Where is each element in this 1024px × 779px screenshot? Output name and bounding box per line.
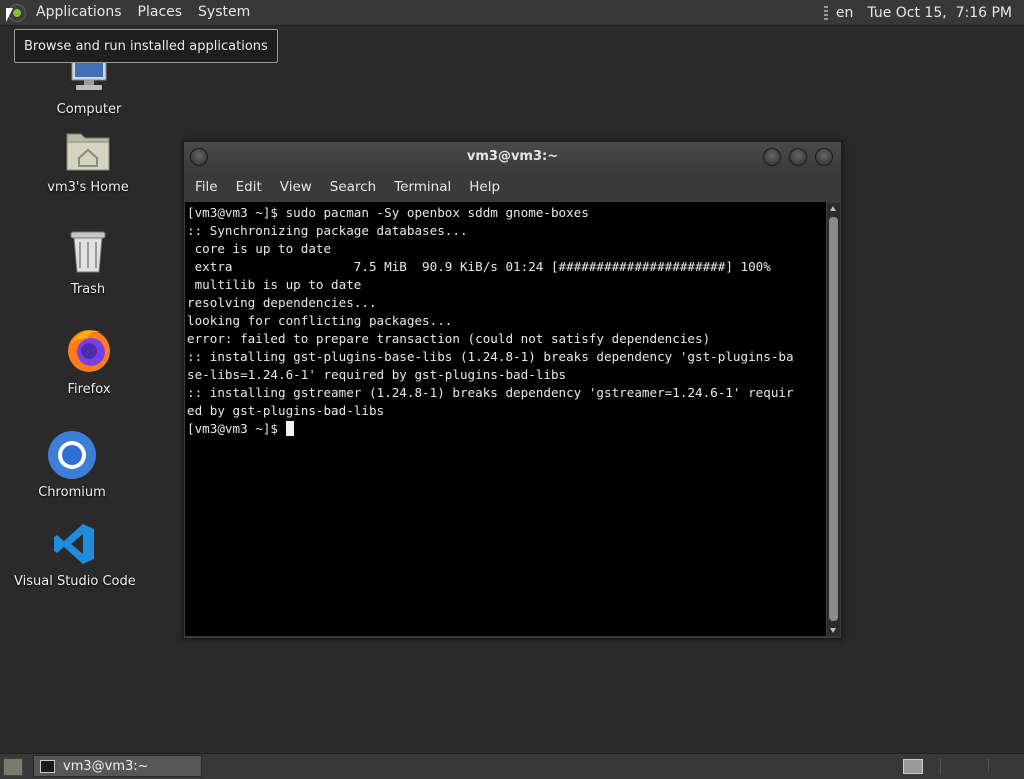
terminal-small-icon — [40, 759, 55, 773]
terminal-line: :: installing gst-plugins-base-libs (1.2… — [187, 349, 794, 364]
terminal-scrollbar[interactable] — [827, 203, 840, 636]
text-cursor — [285, 421, 294, 436]
firefox-icon — [68, 330, 110, 372]
applications-menu[interactable]: Applications — [28, 0, 130, 25]
system-menu[interactable]: System — [190, 0, 258, 25]
top-panel: Applications Places System en Tue Oct 15… — [0, 0, 1024, 26]
keyboard-layout-indicator[interactable]: en — [836, 5, 854, 21]
panel-separator-icon — [823, 5, 828, 20]
terminal-line: :: Synchronizing package databases... — [187, 223, 468, 238]
show-desktop-icon[interactable] — [3, 758, 23, 776]
desktop-icon-trash[interactable]: Trash — [43, 228, 133, 297]
scrollbar-thumb[interactable] — [829, 217, 838, 621]
bottom-panel: vm3@vm3:~ — [0, 753, 1024, 779]
minimize-button[interactable] — [763, 148, 781, 166]
terminal-line: se-libs=1.24.6-1' required by gst-plugin… — [187, 367, 567, 382]
terminal-line: multilib is up to date — [187, 277, 362, 292]
terminal-titlebar[interactable]: vm3@vm3:~ — [184, 142, 841, 172]
desktop-icon-computer[interactable]: Computer — [44, 57, 134, 117]
menu-edit[interactable]: Edit — [227, 179, 271, 195]
terminal-window[interactable]: vm3@vm3:~ File Edit View Search Terminal… — [183, 141, 842, 639]
terminal-line: [vm3@vm3 ~]$ sudo pacman -Sy openbox sdd… — [187, 205, 589, 220]
terminal-line: looking for conflicting packages... — [187, 313, 453, 328]
desktop-icon-chromium[interactable]: Chromium — [27, 430, 117, 500]
desktop-icon-label: Computer — [56, 102, 122, 117]
desktop-icon-label: Visual Studio Code — [14, 574, 136, 589]
menu-help[interactable]: Help — [460, 179, 509, 195]
top-panel-status-area: en Tue Oct 15, 7:16 PM — [823, 0, 1024, 25]
scroll-down-arrow-icon[interactable] — [830, 628, 836, 633]
vscode-icon — [54, 524, 94, 564]
terminal-line: core is up to date — [187, 241, 332, 256]
trash-icon — [70, 231, 106, 273]
terminal-line: resolving dependencies... — [187, 295, 377, 310]
places-menu[interactable]: Places — [130, 0, 191, 25]
close-button[interactable] — [815, 148, 833, 166]
menu-view[interactable]: View — [271, 179, 321, 195]
terminal-text: [vm3@vm3 ~]$ sudo pacman -Sy openbox sdd… — [185, 202, 826, 440]
home-folder-icon — [66, 133, 110, 171]
desktop-icon-firefox[interactable]: Firefox — [44, 326, 134, 397]
terminal-line: ed by gst-plugins-bad-libs — [187, 403, 385, 418]
desktop-icon-label: Chromium — [38, 485, 106, 500]
desktop-icon-label: vm3's Home — [47, 180, 129, 195]
terminal-output-area[interactable]: [vm3@vm3 ~]$ sudo pacman -Sy openbox sdd… — [185, 202, 826, 636]
terminal-line: :: installing gstreamer (1.24.8-1) break… — [187, 385, 794, 400]
terminal-prompt: [vm3@vm3 ~]$ — [187, 421, 286, 436]
terminal-title: vm3@vm3:~ — [466, 149, 559, 164]
desktop-icon-vscode[interactable]: Visual Studio Code — [14, 522, 136, 589]
desktop-icon-home[interactable]: vm3's Home — [43, 128, 133, 195]
workspace-2[interactable] — [988, 759, 989, 772]
workspace-separator — [940, 758, 941, 774]
terminal-line: extra 7.5 MiB 90.9 KiB/s 01:24 [########… — [187, 259, 771, 274]
desktop-icon-label: Trash — [70, 282, 106, 297]
terminal-menubar: File Edit View Search Terminal Help — [184, 172, 841, 202]
menu-terminal[interactable]: Terminal — [385, 179, 460, 195]
workspace-1[interactable] — [903, 759, 923, 774]
terminal-line: error: failed to prepare transaction (co… — [187, 331, 711, 346]
maximize-button[interactable] — [789, 148, 807, 166]
chromium-icon — [48, 431, 96, 479]
mouse-pointer-icon — [6, 8, 13, 22]
menu-search[interactable]: Search — [321, 179, 385, 195]
scroll-up-arrow-icon[interactable] — [830, 206, 836, 211]
applications-tooltip: Browse and run installed applications — [14, 29, 278, 63]
taskbar-window-label: vm3@vm3:~ — [63, 758, 149, 774]
menu-file[interactable]: File — [186, 179, 227, 195]
taskbar-window-button[interactable]: vm3@vm3:~ — [33, 755, 202, 777]
desktop-icon-label: Firefox — [67, 382, 111, 397]
clock[interactable]: Tue Oct 15, 7:16 PM — [867, 5, 1012, 21]
